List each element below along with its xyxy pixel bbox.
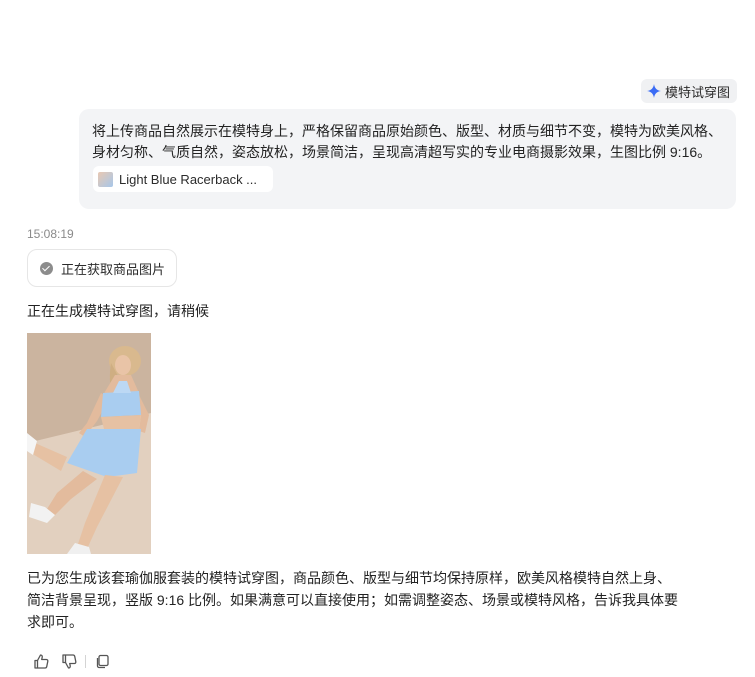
check-circle-icon (40, 261, 53, 275)
mode-tag-label: 模特试穿图 (665, 84, 731, 100)
actions-divider (85, 654, 86, 668)
user-message-text: 将上传商品自然展示在模特身上，严格保留商品原始颜色、版型、材质与细节不变，模特为… (92, 123, 722, 160)
mode-tag[interactable]: 模特试穿图 (641, 79, 738, 103)
message-actions (31, 652, 112, 670)
assistant-summary: 已为您生成该套瑜伽服套装的模特试穿图，商品颜色、版型与细节均保持原样，欧美风格模… (27, 567, 707, 633)
sparkle-icon (647, 84, 661, 98)
copy-icon[interactable] (92, 652, 112, 670)
message-timestamp: 15:08:19 (27, 227, 74, 241)
generated-model-image[interactable] (27, 333, 151, 554)
thumbs-down-icon[interactable] (59, 652, 79, 670)
attachment-chip[interactable]: Light Blue Racerback ... (93, 166, 273, 192)
summary-line: 已为您生成该套瑜伽服套装的模特试穿图，商品颜色、版型与细节均保持原样，欧美风格模… (27, 570, 671, 586)
generating-text: 正在生成模特试穿图，请稍候 (27, 303, 209, 319)
model-photo-illustration (27, 333, 151, 554)
summary-line: 求即可。 (27, 614, 83, 630)
attachment-name: Light Blue Racerback ... (119, 171, 258, 187)
status-step[interactable]: 正在获取商品图片 (27, 249, 177, 287)
attachment-thumbnail (98, 171, 113, 187)
user-message: 将上传商品自然展示在模特身上，严格保留商品原始颜色、版型、材质与细节不变，模特为… (79, 109, 736, 209)
summary-line: 简洁背景呈现，竖版 9:16 比例。如果满意可以直接使用；如需调整姿态、场景或模… (27, 592, 679, 608)
status-step-label: 正在获取商品图片 (61, 261, 166, 277)
thumbs-up-icon[interactable] (31, 652, 51, 670)
